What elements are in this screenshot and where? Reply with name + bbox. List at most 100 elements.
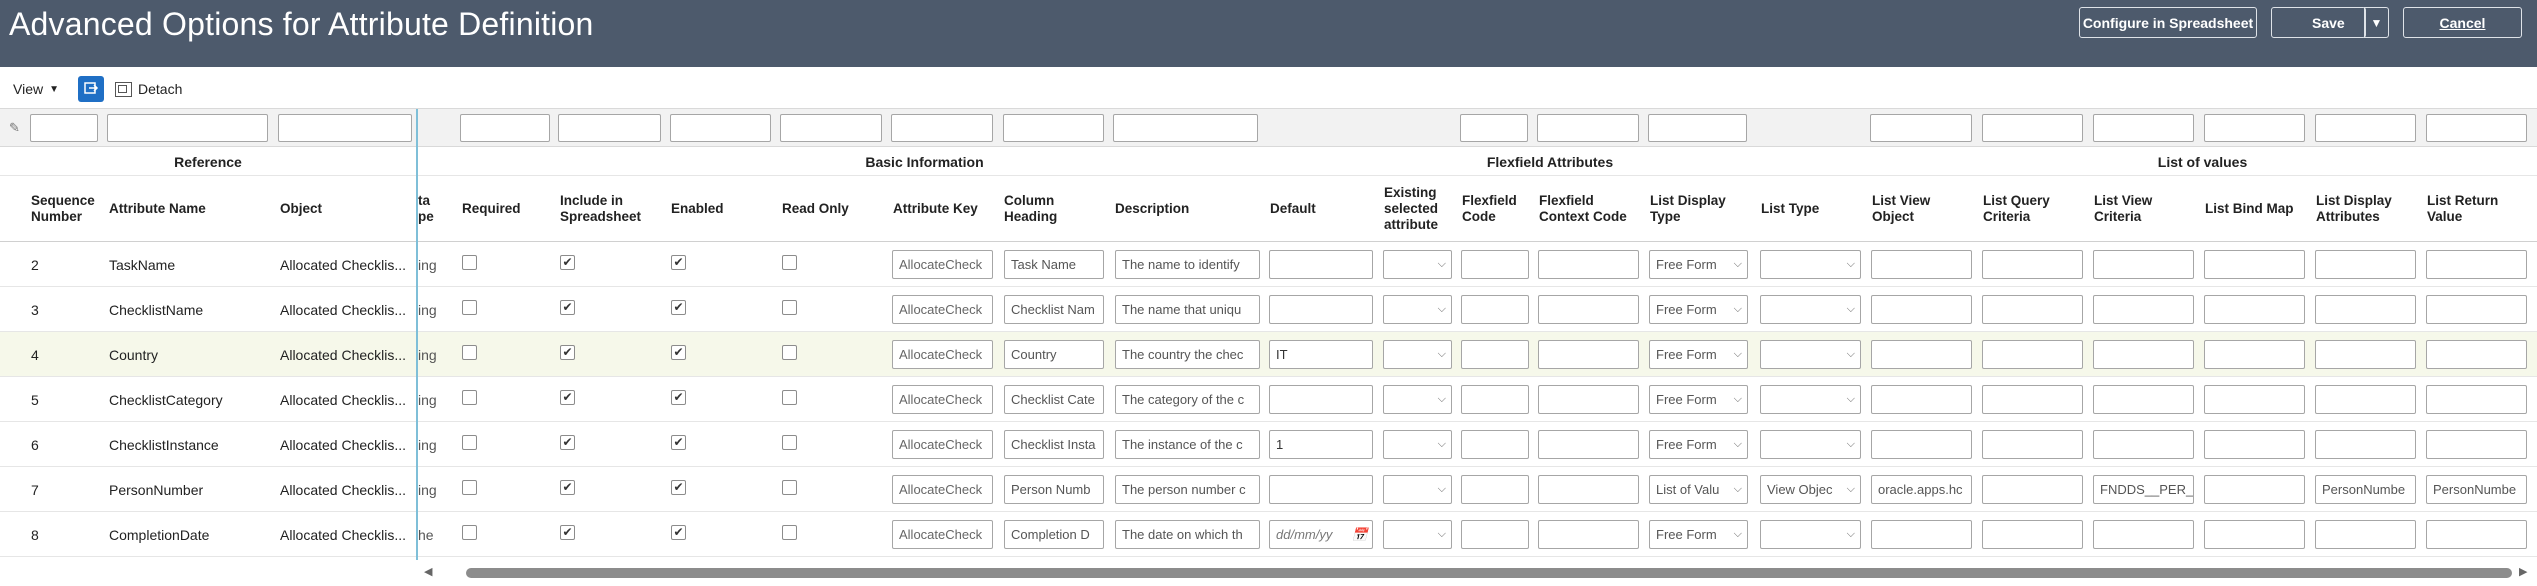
description-field[interactable]: The person number c	[1115, 475, 1260, 504]
list-return-value-field[interactable]	[2426, 385, 2527, 414]
read-only-checkbox[interactable]	[782, 345, 797, 360]
default-field[interactable]: IT	[1269, 340, 1373, 369]
default-field[interactable]	[1269, 475, 1373, 504]
column-heading-field[interactable]: Task Name	[1004, 250, 1104, 279]
flexfield-context-code-field[interactable]	[1538, 295, 1639, 324]
filter-list-return-value-input[interactable]	[2426, 114, 2527, 142]
list-view-criteria-field[interactable]	[2093, 385, 2194, 414]
list-display-attributes-field[interactable]	[2315, 520, 2416, 549]
read-only-checkbox[interactable]	[782, 300, 797, 315]
flexfield-code-field[interactable]	[1461, 430, 1529, 459]
filter-column-heading-input[interactable]	[1003, 114, 1104, 142]
list-type-select[interactable]: ⌵	[1760, 430, 1861, 459]
required-checkbox[interactable]	[462, 300, 477, 315]
list-type-select[interactable]: ⌵	[1760, 385, 1861, 414]
list-display-attributes-field[interactable]	[2315, 430, 2416, 459]
column-heading-field[interactable]: Checklist Nam	[1004, 295, 1104, 324]
filter-required-input[interactable]	[460, 114, 550, 142]
scrollbar-thumb[interactable]	[466, 568, 2512, 578]
filter-attribute-name-input[interactable]	[107, 114, 268, 142]
list-view-criteria-field[interactable]: FNDDS__PER_	[2093, 475, 2194, 504]
include-in-spreadsheet-checkbox[interactable]: ✔	[560, 255, 575, 270]
header-list-view-object[interactable]: List View Object	[1872, 176, 1972, 242]
flexfield-code-field[interactable]	[1461, 385, 1529, 414]
table-row[interactable]: 2 TaskName Allocated Checklis... ing ✔ ✔ Alloc…	[0, 242, 2537, 287]
filter-list-view-object-input[interactable]	[1870, 114, 1972, 142]
read-only-checkbox[interactable]	[782, 390, 797, 405]
column-heading-field[interactable]: Person Numb	[1004, 475, 1104, 504]
include-in-spreadsheet-checkbox[interactable]: ✔	[560, 300, 575, 315]
description-field[interactable]: The name to identify	[1115, 250, 1260, 279]
flexfield-code-field[interactable]	[1461, 520, 1529, 549]
list-type-select[interactable]: ⌵	[1760, 295, 1861, 324]
enabled-checkbox[interactable]: ✔	[671, 300, 686, 315]
read-only-checkbox[interactable]	[782, 525, 797, 540]
column-heading-field[interactable]: Completion D	[1004, 520, 1104, 549]
scroll-left-icon[interactable]: ◀	[424, 565, 432, 578]
header-flexfield-code[interactable]: Flexfield Code	[1462, 176, 1530, 242]
list-display-type-select[interactable]: Free Form ⌵	[1649, 295, 1748, 324]
default-field[interactable]	[1269, 385, 1373, 414]
column-heading-field[interactable]: Country	[1004, 340, 1104, 369]
list-return-value-field[interactable]: PersonNumbe	[2426, 475, 2527, 504]
list-view-object-field[interactable]	[1871, 385, 1972, 414]
flexfield-context-code-field[interactable]	[1538, 340, 1639, 369]
required-checkbox[interactable]	[462, 480, 477, 495]
enabled-checkbox[interactable]: ✔	[671, 255, 686, 270]
flexfield-code-field[interactable]	[1461, 250, 1529, 279]
filter-list-view-criteria-input[interactable]	[2093, 114, 2194, 142]
list-view-object-field[interactable]	[1871, 520, 1972, 549]
header-include-in-spreadsheet[interactable]: Include in Spreadsheet	[560, 176, 665, 242]
list-bind-map-field[interactable]	[2204, 250, 2305, 279]
calendar-icon[interactable]: 📅	[1352, 527, 1368, 543]
flexfield-code-field[interactable]	[1461, 340, 1529, 369]
list-view-criteria-field[interactable]	[2093, 430, 2194, 459]
list-view-object-field[interactable]	[1871, 250, 1972, 279]
list-query-criteria-field[interactable]	[1982, 295, 2083, 324]
attribute-key-field[interactable]: AllocateCheck	[892, 475, 993, 504]
flexfield-context-code-field[interactable]	[1538, 430, 1639, 459]
query-by-example-icon[interactable]	[78, 76, 104, 102]
header-required[interactable]: Required	[462, 176, 552, 242]
filter-enabled-input[interactable]	[670, 114, 771, 142]
required-checkbox[interactable]	[462, 255, 477, 270]
enabled-checkbox[interactable]: ✔	[671, 345, 686, 360]
header-default[interactable]: Default	[1270, 176, 1370, 242]
existing-attribute-select[interactable]: ⌵	[1383, 430, 1452, 459]
list-bind-map-field[interactable]	[2204, 340, 2305, 369]
attribute-key-field[interactable]: AllocateCheck	[892, 250, 993, 279]
filter-read-only-input[interactable]	[780, 114, 882, 142]
list-view-object-field[interactable]	[1871, 430, 1972, 459]
flexfield-context-code-field[interactable]	[1538, 520, 1639, 549]
attribute-key-field[interactable]: AllocateCheck	[892, 520, 993, 549]
existing-attribute-select[interactable]: ⌵	[1383, 475, 1452, 504]
list-display-type-select[interactable]: List of Valu ⌵	[1649, 475, 1748, 504]
list-query-criteria-field[interactable]	[1982, 340, 2083, 369]
default-field[interactable]	[1269, 250, 1373, 279]
list-bind-map-field[interactable]	[2204, 385, 2305, 414]
list-query-criteria-field[interactable]	[1982, 475, 2083, 504]
filter-list-query-criteria-input[interactable]	[1982, 114, 2083, 142]
default-field[interactable]	[1269, 295, 1373, 324]
list-view-criteria-field[interactable]	[2093, 520, 2194, 549]
list-query-criteria-field[interactable]	[1982, 520, 2083, 549]
list-return-value-field[interactable]	[2426, 430, 2527, 459]
list-display-type-select[interactable]: Free Form ⌵	[1649, 340, 1748, 369]
include-in-spreadsheet-checkbox[interactable]: ✔	[560, 525, 575, 540]
configure-in-spreadsheet-button[interactable]: Configure in Spreadsheet	[2079, 7, 2257, 38]
table-row[interactable]: 5 ChecklistCategory Allocated Checklis... i…	[0, 377, 2537, 422]
horizontal-scrollbar[interactable]: ◀ ▶	[0, 560, 2537, 586]
description-field[interactable]: The date on which th	[1115, 520, 1260, 549]
description-field[interactable]: The country the chec	[1115, 340, 1260, 369]
list-type-select[interactable]: ⌵	[1760, 520, 1861, 549]
flexfield-code-field[interactable]	[1461, 475, 1529, 504]
list-type-select[interactable]: ⌵	[1760, 340, 1861, 369]
detach-button[interactable]: Detach	[115, 81, 182, 97]
save-button[interactable]: Save	[2271, 7, 2366, 38]
list-return-value-field[interactable]	[2426, 340, 2527, 369]
list-view-object-field[interactable]	[1871, 340, 1972, 369]
list-display-type-select[interactable]: Free Form ⌵	[1649, 520, 1748, 549]
list-display-attributes-field[interactable]	[2315, 385, 2416, 414]
attribute-key-field[interactable]: AllocateCheck	[892, 385, 993, 414]
read-only-checkbox[interactable]	[782, 255, 797, 270]
